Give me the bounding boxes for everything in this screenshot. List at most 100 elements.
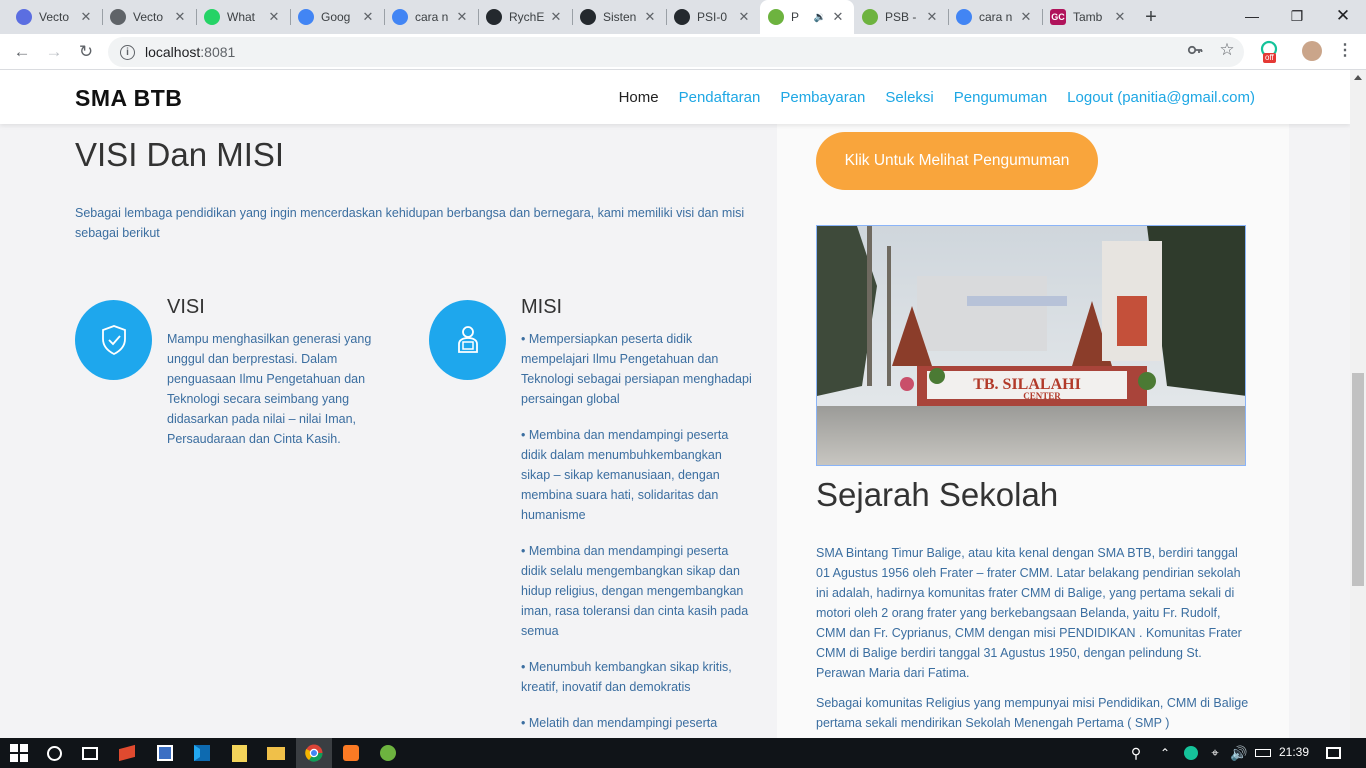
new-tab-button[interactable]: + bbox=[1136, 0, 1166, 34]
close-tab-icon[interactable]: ✕ bbox=[1112, 9, 1128, 25]
browser-tab[interactable]: Vecto ✕ bbox=[102, 0, 196, 34]
windows-taskbar: ⚲ ⌃ ⌖ 🔊 21:39 bbox=[0, 738, 1366, 768]
reload-icon[interactable]: ↻ bbox=[72, 38, 100, 66]
tab-title: cara n bbox=[415, 10, 449, 24]
url-host: localhost bbox=[145, 44, 201, 60]
misi-item: • Menumbuh kembangkan sikap kritis, krea… bbox=[521, 660, 732, 694]
nav-home[interactable]: Home bbox=[619, 89, 659, 106]
scrollbar-thumb[interactable] bbox=[1352, 373, 1364, 586]
forward-arrow-icon[interactable]: → bbox=[40, 38, 68, 66]
tab-title: PSI-0 bbox=[697, 10, 728, 24]
site-menu: Home Pendaftaran Pembayaran Seleksi Peng… bbox=[619, 89, 1255, 106]
google-translate-icon bbox=[298, 9, 314, 25]
battery-icon[interactable] bbox=[1252, 742, 1274, 764]
info-icon[interactable]: i bbox=[120, 44, 135, 60]
browser-tab[interactable]: cara n ✕ bbox=[948, 0, 1042, 34]
close-tab-icon[interactable]: ✕ bbox=[548, 9, 564, 25]
nav-pendaftaran[interactable]: Pendaftaran bbox=[679, 89, 761, 106]
chrome-icon[interactable] bbox=[303, 742, 325, 764]
bookmark-star-icon[interactable]: ☆ bbox=[1218, 40, 1236, 59]
close-tab-icon[interactable]: ✕ bbox=[360, 9, 376, 25]
spring-tool-icon[interactable] bbox=[377, 742, 399, 764]
file-explorer-icon[interactable] bbox=[265, 742, 287, 764]
address-bar[interactable]: i localhost:8081 bbox=[108, 37, 1244, 67]
student-icon bbox=[429, 300, 506, 380]
gc-icon: GC bbox=[1050, 9, 1066, 25]
minimize-button[interactable]: — bbox=[1229, 0, 1275, 32]
browser-tab[interactable]: P 🔉 ✕ bbox=[760, 0, 854, 34]
browser-tab[interactable]: Sisten ✕ bbox=[572, 0, 666, 34]
tab-title: cara n bbox=[979, 10, 1013, 24]
windows-start-icon[interactable] bbox=[8, 742, 30, 764]
sejarah-text: SMA Bintang Timur Balige, atau kita kena… bbox=[816, 543, 1252, 738]
misi-list: • Mempersiapkan peserta didik mempelajar… bbox=[521, 329, 753, 738]
tab-title: Vecto bbox=[133, 10, 164, 24]
close-tab-icon[interactable]: ✕ bbox=[78, 9, 94, 25]
extension-icon[interactable]: off bbox=[1258, 40, 1280, 63]
browser-tab[interactable]: Vecto ✕ bbox=[8, 0, 102, 34]
visi-misi-intro: Sebagai lembaga pendidikan yang ingin me… bbox=[75, 206, 745, 240]
shield-check-icon bbox=[75, 300, 152, 380]
task-view-icon[interactable] bbox=[79, 742, 101, 764]
nav-logout[interactable]: Logout (panitia@gmail.com) bbox=[1067, 89, 1255, 106]
globe-icon bbox=[110, 9, 126, 25]
browser-tab[interactable]: cara n ✕ bbox=[384, 0, 478, 34]
close-tab-icon[interactable]: ✕ bbox=[1018, 9, 1034, 25]
back-arrow-icon[interactable]: ← bbox=[8, 38, 36, 66]
tab-title: Tamb bbox=[1073, 10, 1103, 24]
lihat-pengumuman-button[interactable]: Klik Untuk Melihat Pengumuman bbox=[816, 132, 1098, 190]
close-window-button[interactable]: ✕ bbox=[1320, 0, 1366, 32]
search-circle-icon[interactable] bbox=[43, 742, 65, 764]
tray-chevron-up-icon[interactable]: ⌃ bbox=[1154, 742, 1176, 764]
nav-pengumuman[interactable]: Pengumuman bbox=[954, 89, 1047, 106]
close-tab-icon[interactable]: ✕ bbox=[830, 9, 846, 25]
site-brand[interactable]: SMA BTB bbox=[75, 85, 182, 112]
restore-button[interactable]: ❐ bbox=[1274, 0, 1320, 32]
clock-time[interactable]: 21:39 bbox=[1279, 745, 1309, 759]
speaker-icon[interactable]: 🔉 bbox=[814, 12, 826, 23]
browser-tab[interactable]: PSB - ✕ bbox=[854, 0, 948, 34]
browser-tab[interactable]: RychE ✕ bbox=[478, 0, 572, 34]
notification-icon[interactable] bbox=[1322, 742, 1344, 764]
google-icon bbox=[392, 9, 408, 25]
browser-tab[interactable]: Goog ✕ bbox=[290, 0, 384, 34]
nav-seleksi[interactable]: Seleksi bbox=[885, 89, 933, 106]
nav-pembayaran[interactable]: Pembayaran bbox=[780, 89, 865, 106]
browser-tab[interactable]: What ✕ bbox=[196, 0, 290, 34]
spring-leaf-icon bbox=[862, 9, 878, 25]
close-tab-icon[interactable]: ✕ bbox=[172, 9, 188, 25]
key-icon[interactable] bbox=[1186, 41, 1204, 59]
visi-title: VISI bbox=[167, 296, 205, 318]
wifi-icon[interactable]: ⌖ bbox=[1204, 742, 1226, 764]
browser-tab[interactable]: GC Tamb ✕ bbox=[1042, 0, 1136, 34]
menu-kebab-icon[interactable]: ⋮ bbox=[1336, 41, 1354, 59]
close-tab-icon[interactable]: ✕ bbox=[454, 9, 470, 25]
volume-icon[interactable]: 🔊 bbox=[1228, 742, 1250, 764]
page-viewport: SMA BTB Home Pendaftaran Pembayaran Sele… bbox=[0, 70, 1350, 738]
school-gate-photo: TB. SILALAHI CENTER bbox=[816, 225, 1246, 466]
xampp-icon[interactable] bbox=[340, 742, 362, 764]
visi-text: Mampu menghasilkan generasi yang unggul … bbox=[167, 332, 372, 446]
browser-tab[interactable]: PSI-0 ✕ bbox=[666, 0, 760, 34]
tab-title: Vecto bbox=[39, 10, 70, 24]
sejarah-paragraph: SMA Bintang Timur Balige, atau kita kena… bbox=[816, 546, 1242, 680]
tab-title: What bbox=[227, 10, 256, 24]
app-red-icon[interactable] bbox=[116, 742, 138, 764]
profile-avatar[interactable] bbox=[1302, 41, 1322, 61]
close-tab-icon[interactable]: ✕ bbox=[266, 9, 282, 25]
close-tab-icon[interactable]: ✕ bbox=[924, 9, 940, 25]
grammarly-tray-icon[interactable] bbox=[1180, 742, 1202, 764]
page-scrollbar[interactable] bbox=[1350, 70, 1366, 738]
scroll-up-arrow-icon[interactable] bbox=[1354, 75, 1362, 80]
people-icon[interactable]: ⚲ bbox=[1125, 742, 1147, 764]
close-tab-icon[interactable]: ✕ bbox=[642, 9, 658, 25]
misi-item: • Melatih dan mendampingi peserta bbox=[521, 716, 718, 730]
notes-icon[interactable] bbox=[228, 742, 250, 764]
close-tab-icon[interactable]: ✕ bbox=[736, 9, 752, 25]
tab-title: RychE bbox=[509, 10, 545, 24]
app-blue-icon[interactable] bbox=[154, 742, 176, 764]
c-icon bbox=[16, 9, 32, 25]
vscode-icon[interactable] bbox=[191, 742, 213, 764]
sejarah-paragraph: Sebagai komunitas Religius yang mempunya… bbox=[816, 696, 1249, 730]
tab-strip: Vecto ✕ Vecto ✕ What ✕ Goog ✕ cara n ✕ RychE ✕ Siste… bbox=[0, 0, 1366, 34]
